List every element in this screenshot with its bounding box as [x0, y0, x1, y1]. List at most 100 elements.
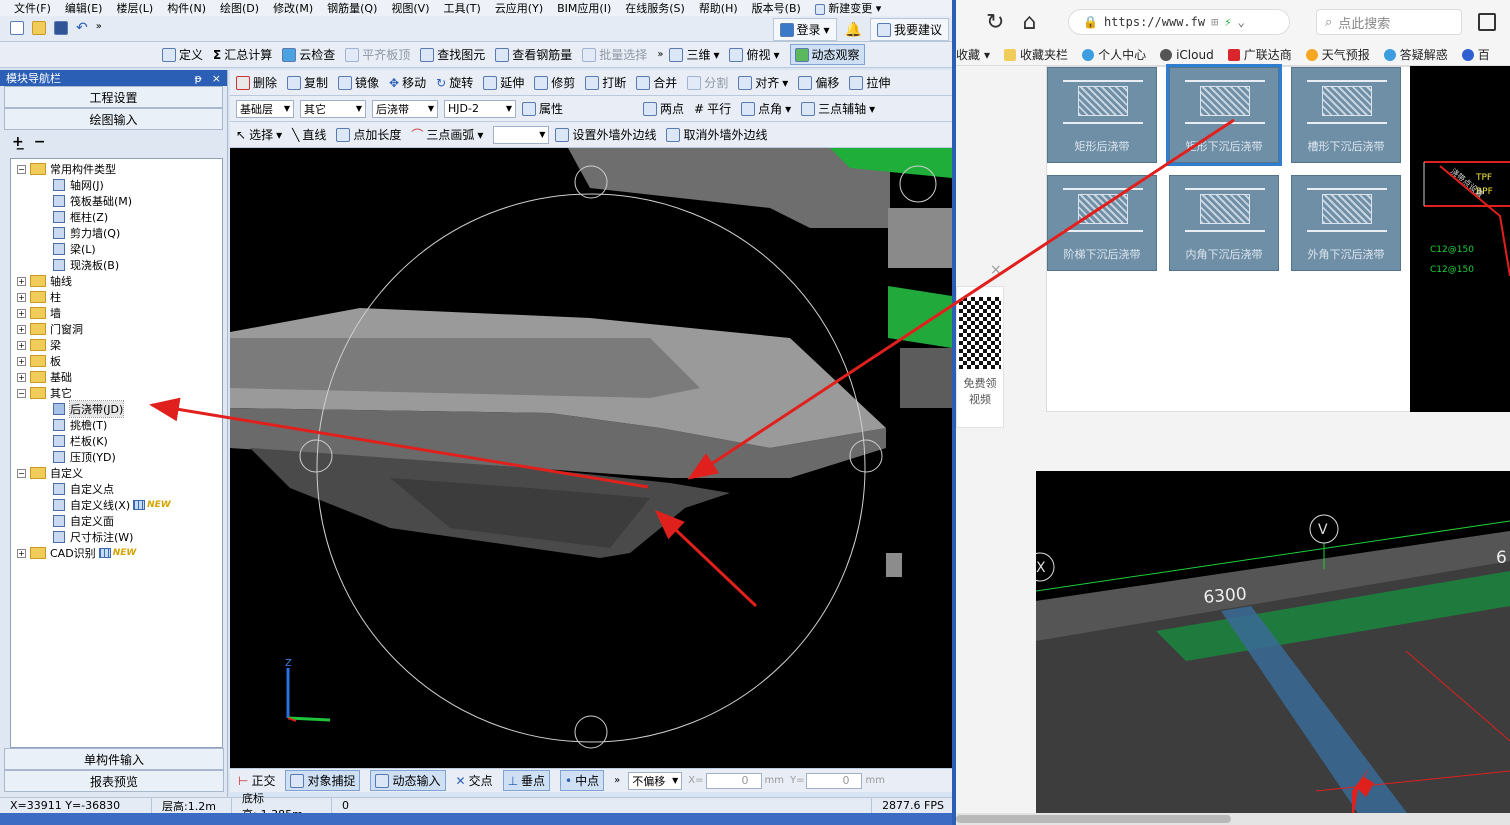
component-name-select[interactable]: HJD-2 ▼	[444, 99, 516, 118]
drawing-input-button[interactable]: 绘图输入	[4, 108, 223, 130]
select-dropdown[interactable]: ↖ 选择 ▾	[236, 126, 282, 143]
new-change-menu[interactable]: 新建变更 ▾	[814, 0, 881, 16]
align-dropdown[interactable]: 对齐 ▾	[738, 74, 788, 91]
y-offset-input[interactable]: 0	[806, 772, 863, 789]
expand-toggle[interactable]: +	[17, 372, 26, 382]
pin-icon[interactable]: ᵽ	[194, 72, 201, 85]
collapse-all-icon[interactable]: −	[34, 134, 46, 150]
break-button[interactable]: 打断	[585, 74, 626, 91]
menu-cloud[interactable]: 云应用(Y)	[495, 0, 543, 16]
perpendicular-snap[interactable]: ⊥ 垂点	[502, 770, 551, 791]
menu-view[interactable]: 视图(V)	[391, 0, 429, 16]
menu-rebar[interactable]: 钢筋量(Q)	[327, 0, 377, 16]
object-snap-toggle[interactable]: 对象捕捉	[285, 770, 361, 791]
tree-node-cad[interactable]: + CAD识别 NEW	[11, 545, 222, 561]
3d-viewport[interactable]: Z	[230, 148, 952, 768]
save-icon[interactable]	[54, 21, 68, 35]
tree-node-openings[interactable]: + 门窗洞	[11, 321, 222, 337]
bookmark-weather[interactable]: 天气预报	[1305, 46, 1370, 63]
expand-toggle[interactable]: +	[17, 324, 26, 334]
tree-item-coping[interactable]: 压顶(YD)	[11, 449, 222, 465]
expand-toggle[interactable]: +	[17, 340, 26, 350]
tree-node-slab[interactable]: + 板	[11, 353, 222, 369]
stretch-button[interactable]: 拉伸	[849, 74, 890, 91]
bookmark-glodon-mall[interactable]: 广联达商	[1227, 46, 1292, 63]
bookmark-qa[interactable]: 答疑解惑	[1383, 46, 1448, 63]
ortho-toggle[interactable]: ⊢ 正交	[238, 772, 275, 789]
tree-node-column[interactable]: + 柱	[11, 289, 222, 305]
browser-search-box[interactable]: ⌕ 点此搜索	[1316, 9, 1462, 35]
rotate-button[interactable]: ↻ 旋转	[436, 74, 473, 91]
tree-item-custom-point[interactable]: 自定义点	[11, 481, 222, 497]
tile-trough-sunken-strip[interactable]: 槽形下沉后浇带	[1291, 67, 1401, 163]
bookmark-icloud[interactable]: iCloud	[1160, 48, 1214, 62]
three-arc-dropdown[interactable]: ⌒ 三点画弧 ▾	[411, 126, 483, 143]
dynamic-input-toggle[interactable]: 动态输入	[370, 770, 446, 791]
tree-item-parapet[interactable]: 栏板(K)	[11, 433, 222, 449]
open-folder-icon[interactable]	[32, 21, 46, 35]
mirror-button[interactable]: 镜像	[338, 74, 379, 91]
tile-step-sunken-strip[interactable]: 阶梯下沉后浇带	[1047, 175, 1157, 271]
point-angle-dropdown[interactable]: 点角 ▾	[741, 100, 791, 117]
suggest-button[interactable]: 我要建议	[869, 18, 949, 41]
category-select[interactable]: 其它 ▼	[300, 99, 366, 118]
tree-item-eave[interactable]: 挑檐(T)	[11, 417, 222, 433]
bookmark-baidu[interactable]: 百	[1461, 46, 1490, 63]
move-button[interactable]: ✥ 移动	[389, 74, 426, 91]
copy-button[interactable]: 复制	[287, 74, 328, 91]
merge-button[interactable]: 合并	[636, 74, 677, 91]
split-button[interactable]: 分割	[687, 74, 728, 91]
bell-icon[interactable]: 🔔	[845, 22, 862, 38]
menu-tools[interactable]: 工具(T)	[444, 0, 481, 16]
offset-button[interactable]: 偏移	[798, 74, 839, 91]
horizontal-scrollbar[interactable]	[956, 813, 1510, 825]
menu-floor[interactable]: 楼层(L)	[116, 0, 153, 16]
menu-bim[interactable]: BIM应用(I)	[557, 0, 611, 16]
view-rebar-button[interactable]: 查看钢筋量	[495, 46, 572, 63]
scrollbar-thumb[interactable]	[956, 815, 1231, 823]
tree-item-custom-face[interactable]: 自定义面	[11, 513, 222, 529]
tree-node-custom[interactable]: − 自定义	[11, 465, 222, 481]
two-points-button[interactable]: 两点	[643, 100, 684, 117]
delete-button[interactable]: 删除	[236, 74, 277, 91]
floor-select[interactable]: 基础层 ▼	[236, 99, 294, 118]
cancel-outer-wall-button[interactable]: 取消外墙外边线	[666, 126, 767, 143]
define-button[interactable]: 定义	[162, 46, 203, 63]
bookmark-favorites-bar[interactable]: 收藏夹栏	[1004, 46, 1068, 63]
menu-draw[interactable]: 绘图(D)	[220, 0, 259, 16]
collapse-toggle[interactable]: −	[17, 388, 26, 398]
tile-outer-corner-strip[interactable]: 外角下沉后浇带	[1291, 175, 1401, 271]
apps-grid-icon[interactable]	[1478, 13, 1496, 31]
expand-toggle[interactable]: +	[17, 356, 26, 366]
tree-node-other[interactable]: − 其它	[11, 385, 222, 401]
top-view-dropdown[interactable]: 俯视 ▾	[729, 46, 780, 63]
properties-button[interactable]: 属性	[522, 100, 563, 117]
tree-item-post-pour-strip[interactable]: 后浇带(JD)	[11, 400, 222, 418]
tree-item-axis-grid[interactable]: 轴网(J)	[11, 177, 222, 193]
orbit-handle-bottom[interactable]	[574, 715, 608, 749]
report-preview-button[interactable]: 报表预览	[4, 770, 224, 792]
menu-help[interactable]: 帮助(H)	[699, 0, 738, 16]
new-file-icon[interactable]	[10, 21, 24, 35]
cloud-check-button[interactable]: 云检查	[282, 46, 335, 63]
single-component-input-button[interactable]: 单构件输入	[4, 748, 224, 770]
line-button[interactable]: ╲ 直线	[292, 126, 326, 143]
chevron-down-icon[interactable]: ⌄	[1238, 15, 1245, 29]
type-select[interactable]: 后浇带 ▼	[372, 99, 438, 118]
tree-node-wall[interactable]: + 墙	[11, 305, 222, 321]
midpoint-snap[interactable]: • 中点	[560, 770, 605, 791]
lightning-icon[interactable]: ⚡	[1224, 15, 1231, 29]
home-icon[interactable]: ⌂	[1022, 10, 1036, 35]
close-icon[interactable]: ×	[990, 262, 1002, 278]
close-icon[interactable]: ×	[212, 72, 221, 85]
blank-select[interactable]: ▼	[493, 125, 550, 144]
login-button[interactable]: 登录 ▾	[772, 18, 837, 41]
reload-icon[interactable]: ↻	[986, 10, 1004, 35]
expand-toggle[interactable]: +	[17, 276, 26, 286]
set-outer-wall-button[interactable]: 设置外墙外边线	[555, 126, 656, 143]
tree-item-dimension[interactable]: 尺寸标注(W)	[11, 529, 222, 545]
menu-edit[interactable]: 编辑(E)	[65, 0, 103, 16]
bookmark-personal-center[interactable]: 个人中心	[1082, 46, 1146, 63]
dynamic-view-button[interactable]: 动态观察	[789, 44, 865, 65]
tree-item-beam[interactable]: 梁(L)	[11, 241, 222, 257]
